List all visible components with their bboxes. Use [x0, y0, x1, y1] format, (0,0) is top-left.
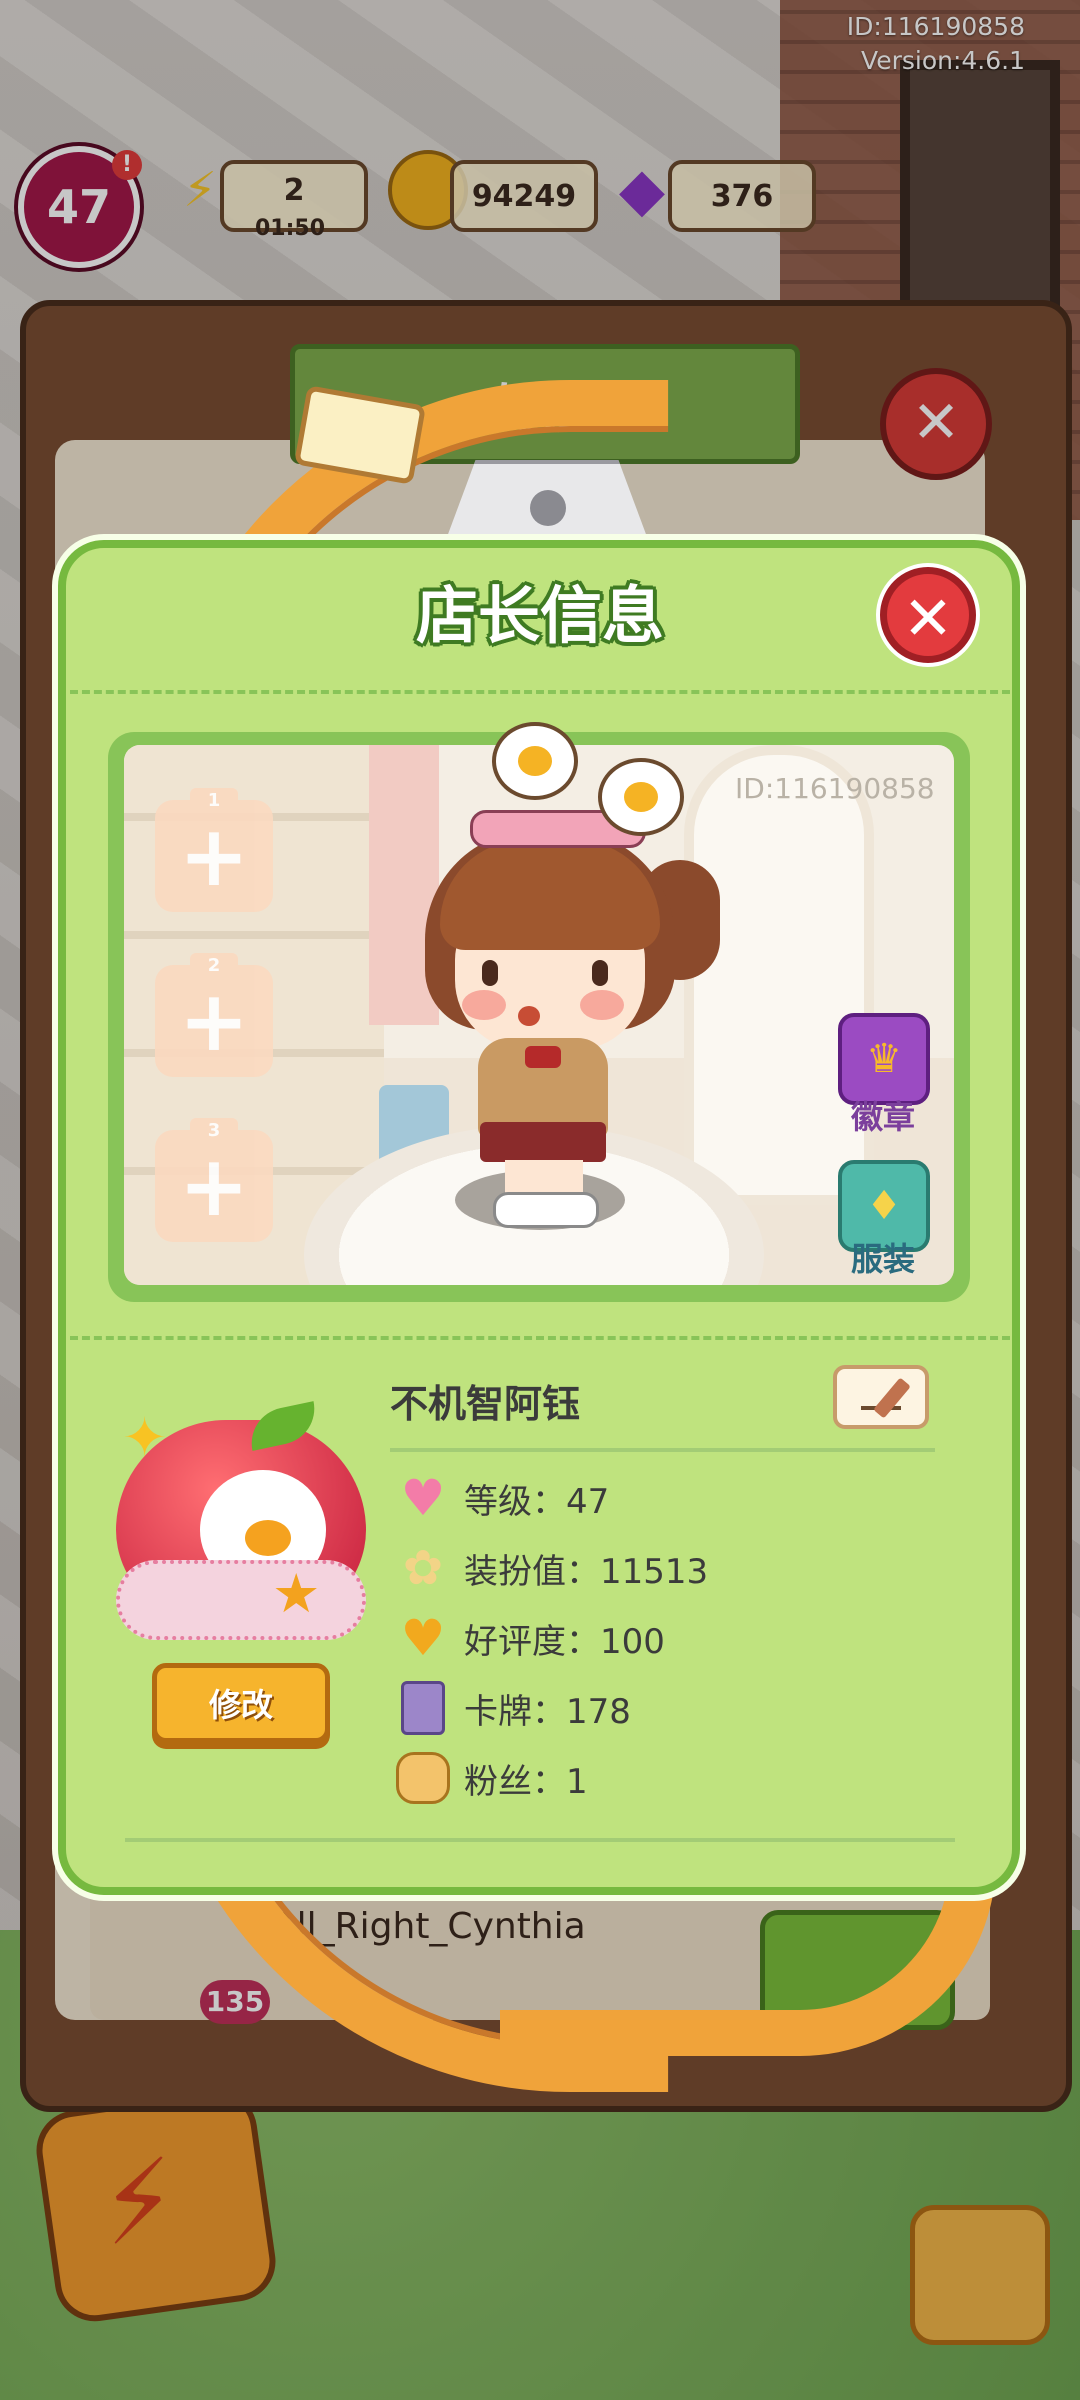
- stat-level-text: 等级：47: [464, 1481, 610, 1522]
- section-divider: [70, 1336, 1010, 1340]
- egg-headpiece-left: [492, 722, 578, 800]
- dialog-close-button[interactable]: ✕: [880, 567, 976, 663]
- character-eye-right: [592, 960, 608, 986]
- star-icon: ✦: [122, 1406, 168, 1469]
- plus-icon: +: [178, 807, 250, 905]
- room-owner-id: ID:116190858: [735, 772, 935, 805]
- character-blush-left: [462, 990, 506, 1020]
- outfit-button-label: 服装: [850, 1240, 915, 1278]
- character-shoes: [493, 1192, 599, 1228]
- player-nickname: 不机智阿钰: [390, 1382, 581, 1426]
- stat-level: ♥ 等级：47: [392, 1469, 610, 1527]
- stat-cards: 卡牌：178: [392, 1680, 631, 1736]
- badge-button-label: 徽章: [850, 1098, 915, 1136]
- character-skirt: [480, 1122, 606, 1162]
- stat-dress-value: ✿ 装扮值：11513: [392, 1540, 708, 1596]
- stat-rating: ♥ 好评度：100: [392, 1609, 665, 1667]
- card-icon: [392, 1681, 454, 1735]
- character-eye-left: [482, 960, 498, 986]
- name-divider: [390, 1448, 935, 1452]
- plus-icon: +: [178, 972, 250, 1070]
- gold-heart-icon: ♥: [400, 1609, 446, 1667]
- star-icon: ★: [272, 1562, 321, 1625]
- character-bow: [525, 1046, 561, 1068]
- stat-fans: 粉丝：1: [392, 1750, 588, 1806]
- edit-avatar-button[interactable]: 修改: [152, 1663, 330, 1743]
- badge-slot-3[interactable]: 3 +: [155, 1118, 273, 1242]
- rename-button[interactable]: [833, 1365, 929, 1429]
- crown-icon: ♛: [866, 1036, 902, 1082]
- stat-dress-value-text: 装扮值：11513: [464, 1551, 709, 1592]
- hang-tag-hole: [530, 490, 566, 526]
- chick-beak: [245, 1520, 291, 1556]
- fans-icon: [392, 1751, 454, 1805]
- character-blush-right: [580, 990, 624, 1020]
- heart-icon: ♥: [400, 1469, 446, 1527]
- avatar-frill: [116, 1560, 366, 1640]
- bottom-divider: [125, 1838, 955, 1842]
- badge-slot-2[interactable]: 2 +: [155, 953, 273, 1077]
- pencil-icon: [873, 1377, 911, 1419]
- badge-slot-1[interactable]: 1 +: [155, 788, 273, 912]
- plus-icon: +: [178, 1137, 250, 1235]
- egg-headpiece-right: [598, 758, 684, 836]
- stat-fans-text: 粉丝：1: [464, 1761, 588, 1802]
- outfit-icon: ♦: [866, 1183, 902, 1229]
- stat-cards-text: 卡牌：178: [464, 1691, 631, 1732]
- title-divider: [70, 690, 1010, 694]
- character-mouth: [518, 1006, 540, 1026]
- flower-icon: ✿: [402, 1540, 444, 1596]
- stat-rating-text: 好评度：100: [464, 1621, 665, 1662]
